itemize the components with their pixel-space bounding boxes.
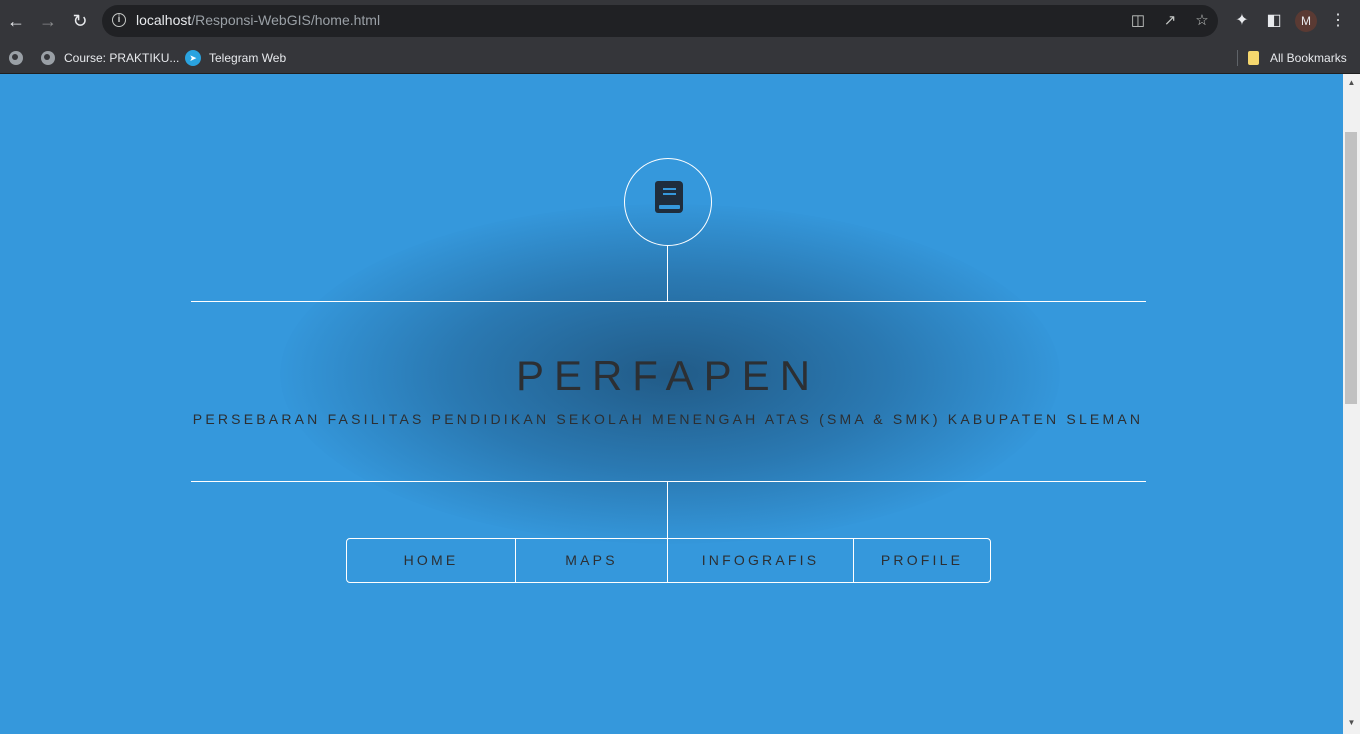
logo-circle (624, 158, 712, 246)
all-bookmarks-label: All Bookmarks (1270, 51, 1347, 65)
vertical-scrollbar[interactable]: ▲ ▼ (1343, 74, 1360, 734)
page-content: PERFAPEN PERSEBARAN FASILITAS PENDIDIKAN… (0, 74, 1343, 734)
telegram-icon: ➤ (185, 50, 201, 66)
page-subtitle: PERSEBARAN FASILITAS PENDIDIKAN SEKOLAH … (192, 411, 1144, 427)
globe-icon (41, 51, 55, 65)
bookmarks-divider (1237, 50, 1238, 66)
all-bookmarks-button[interactable]: All Bookmarks (1248, 48, 1347, 68)
nav-profile[interactable]: PROFILE (854, 539, 990, 582)
bookmark-label: Course: PRAKTIKU... (64, 51, 180, 65)
nav-infografis[interactable]: INFOGRAFIS (668, 539, 853, 582)
bookmark-telegram[interactable]: ➤ Telegram Web (185, 48, 286, 68)
apps-icon[interactable] (9, 48, 32, 68)
back-arrow-icon[interactable]: ← (4, 9, 28, 33)
scroll-thumb[interactable] (1345, 132, 1357, 404)
profile-avatar[interactable]: M (1295, 10, 1317, 32)
nav-home[interactable]: HOME (347, 539, 515, 582)
translate-icon[interactable]: ◫ (1128, 11, 1148, 31)
folder-icon (1248, 51, 1259, 65)
url-text[interactable]: localhost/Responsi-WebGIS/home.html (136, 12, 380, 28)
page-title: PERFAPEN (515, 352, 821, 399)
bookmark-star-icon[interactable]: ☆ (1192, 11, 1212, 31)
side-panel-icon[interactable]: ◧ (1264, 11, 1284, 31)
share-icon[interactable]: ↗ (1160, 11, 1180, 31)
site-info-icon[interactable]: i (112, 13, 126, 27)
connector-line-bottom (667, 481, 668, 538)
bookmark-course[interactable]: Course: PRAKTIKU... (41, 48, 179, 68)
main-nav: HOME MAPS INFOGRAFIS PROFILE (346, 538, 991, 583)
divider-bottom (191, 481, 1146, 482)
scroll-down-icon[interactable]: ▼ (1343, 716, 1360, 730)
extensions-puzzle-icon[interactable]: ✦ (1232, 11, 1252, 31)
bookmarks-bar: Course: PRAKTIKU... ➤ Telegram Web All B… (0, 42, 1360, 74)
address-bar[interactable]: i localhost/Responsi-WebGIS/home.html ◫ … (102, 5, 1218, 37)
forward-arrow-icon[interactable]: → (36, 9, 60, 33)
browser-menu-icon[interactable]: ⋮ (1328, 11, 1348, 31)
book-icon (655, 181, 683, 213)
connector-line-top (667, 246, 668, 301)
nav-maps[interactable]: MAPS (516, 539, 667, 582)
divider-top (191, 301, 1146, 302)
scroll-up-icon[interactable]: ▲ (1343, 76, 1360, 90)
reload-icon[interactable]: ↻ (68, 9, 92, 33)
bookmark-label: Telegram Web (209, 51, 287, 65)
browser-toolbar: ← → ↻ i localhost/Responsi-WebGIS/home.h… (0, 0, 1360, 42)
